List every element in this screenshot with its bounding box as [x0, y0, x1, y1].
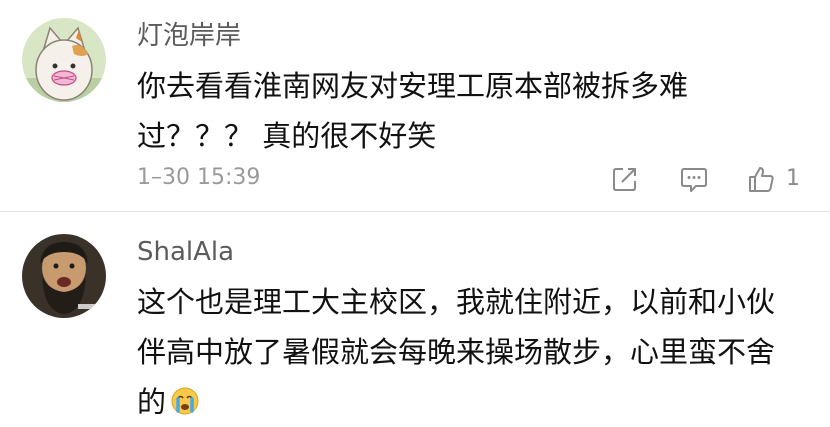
avatar[interactable] — [22, 234, 106, 318]
username[interactable]: 灯泡岸岸 — [137, 20, 241, 52]
comment-text-line: 伴高中放了暑假就会每晚来操场散步，心里蛮不舍 — [137, 335, 776, 369]
share-icon — [613, 168, 636, 191]
comment-item: ShalAla 这个也是理工大主校区，我就住附近，以前和小伙 伴高中放了暑假就会… — [0, 214, 830, 426]
comment-text-last-line: 的 — [137, 377, 812, 427]
bearded-man-avatar-icon — [22, 234, 106, 318]
reply-button[interactable] — [679, 163, 711, 195]
thumbs-up-icon — [749, 167, 774, 192]
comment-item: 灯泡岸岸 你去看看淮南网友对安理工原本部被拆多难 过？？？ 真的很不好笑 1–3… — [0, 0, 830, 212]
crying-emoji-icon — [171, 387, 199, 415]
comment-text-line: 这个也是理工大主校区，我就住附近，以前和小伙 — [137, 285, 776, 319]
like-button[interactable]: 1 — [746, 163, 806, 195]
like-count: 1 — [786, 166, 800, 191]
comment-text-line: 过？？？ 真的很不好笑 — [137, 119, 437, 153]
comment-icon — [681, 168, 707, 192]
comment-text: 你去看看淮南网友对安理工原本部被拆多难 过？？？ 真的很不好笑 — [137, 61, 812, 161]
username[interactable]: ShalAla — [137, 236, 234, 268]
comment-text: 这个也是理工大主校区，我就住附近，以前和小伙 伴高中放了暑假就会每晚来操场散步，… — [137, 277, 812, 427]
timestamp: 1–30 15:39 — [137, 165, 261, 190]
avatar[interactable] — [22, 18, 106, 102]
comment-text-line: 你去看看淮南网友对安理工原本部被拆多难 — [137, 69, 689, 103]
share-button[interactable] — [610, 163, 642, 195]
cat-avatar-icon — [22, 18, 106, 102]
divider — [0, 211, 830, 212]
comment-text-line: 的 — [137, 385, 167, 419]
